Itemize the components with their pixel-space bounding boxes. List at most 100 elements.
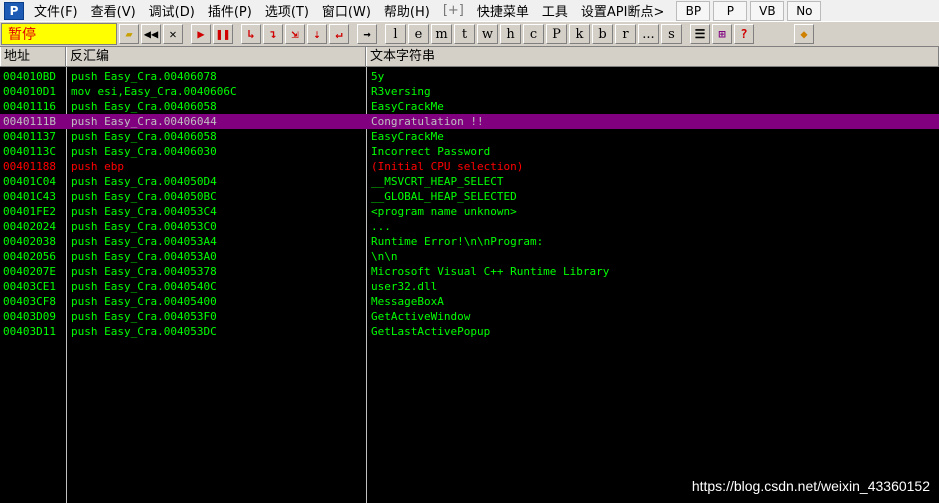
table-row[interactable]: 00402038 push Easy_Cra.004053A4 Runtime Er… [0, 234, 939, 249]
row-address: 0040207E [3, 265, 56, 278]
run-trace-button[interactable]: ... [638, 24, 659, 44]
row-address: 00401188 [3, 160, 56, 173]
table-row[interactable]: 00401137 push Easy_Cra.00406058 EasyCrackM… [0, 129, 939, 144]
windows-button[interactable]: w [477, 24, 498, 44]
table-row[interactable]: 00402056 push Easy_Cra.004053A0 \n\n [0, 249, 939, 264]
tab-no[interactable]: No [787, 0, 822, 21]
row-text-string: EasyCrackMe [371, 100, 444, 113]
call-stack-button[interactable]: k [569, 24, 590, 44]
menu-help[interactable]: 帮助(H) [380, 1, 439, 20]
row-disassembly: push Easy_Cra.00406058 [71, 130, 217, 143]
trace-into-icon[interactable]: ⇲ [285, 24, 305, 44]
table-row[interactable]: 00401188 push ebp (Initial CPU selection) [0, 159, 939, 174]
row-disassembly: push Easy_Cra.00406078 [71, 70, 217, 83]
menu-expand[interactable]: [+] [439, 3, 473, 18]
row-text-string: Runtime Error!\n\nProgram: [371, 235, 544, 248]
table-row[interactable]: 00403D09 push Easy_Cra.004053F0 GetActiveW… [0, 309, 939, 324]
references-button[interactable]: r [615, 24, 636, 44]
menu-set-api-breakpoint[interactable]: 设置API断点> [577, 1, 673, 20]
menu-view[interactable]: 查看(V) [87, 1, 145, 20]
table-row[interactable]: 00401FE2 push Easy_Cra.004053C4 <program n… [0, 204, 939, 219]
menu-window[interactable]: 窗口(W) [318, 1, 380, 20]
step-over-icon[interactable]: ↴ [263, 24, 283, 44]
row-disassembly: push Easy_Cra.004053C0 [71, 220, 217, 233]
grid-icon[interactable]: ⊞ [712, 24, 732, 44]
row-disassembly: push Easy_Cra.00405400 [71, 295, 217, 308]
table-row[interactable]: 0040111B push Easy_Cra.00406044 Congratula… [0, 114, 939, 129]
run-icon[interactable]: ▶ [191, 24, 211, 44]
row-address: 00401116 [3, 100, 56, 113]
status-indicator: 暂停 [1, 23, 117, 45]
row-text-string: __MSVCRT_HEAP_SELECT [371, 175, 504, 188]
row-disassembly: push ebp [71, 160, 124, 173]
table-row[interactable]: 00401116 push Easy_Cra.00406058 EasyCrackM… [0, 99, 939, 114]
menu-plugins[interactable]: 插件(P) [204, 1, 261, 20]
go-to-icon[interactable]: → [357, 24, 377, 44]
tab-p[interactable]: P [713, 0, 748, 21]
row-address: 0040113C [3, 145, 56, 158]
row-disassembly: push Easy_Cra.004053A0 [71, 250, 217, 263]
row-text-string: R3versing [371, 85, 431, 98]
table-row[interactable]: 0040113C push Easy_Cra.00406030 Incorrect … [0, 144, 939, 159]
tab-bp[interactable]: BP [676, 0, 711, 21]
table-row[interactable]: 00403CF8 push Easy_Cra.00405400 MessageBox… [0, 294, 939, 309]
menu-options[interactable]: 选项(T) [261, 1, 318, 20]
table-row[interactable]: 00403CE1 push Easy_Cra.0040540C user32.dll [0, 279, 939, 294]
column-disassembly[interactable]: 反汇编 [66, 47, 366, 66]
trace-over-icon[interactable]: ⇣ [307, 24, 327, 44]
row-disassembly: push Easy_Cra.00406030 [71, 145, 217, 158]
row-text-string: 5y [371, 70, 385, 83]
row-text-string: user32.dll [371, 280, 438, 293]
row-text-string: <program name unknown> [371, 205, 517, 218]
row-text-string: EasyCrackMe [371, 130, 444, 143]
tab-vb[interactable]: VB [750, 0, 785, 21]
app-icon: P [4, 1, 24, 20]
row-disassembly: push Easy_Cra.0040540C [71, 280, 217, 293]
table-row[interactable]: 0040207E push Easy_Cra.00405378 Microsoft … [0, 264, 939, 279]
open-icon[interactable]: ▰ [119, 24, 139, 44]
menu-tools[interactable]: 工具 [538, 1, 577, 20]
row-text-string: Incorrect Password [371, 145, 491, 158]
patches-button[interactable]: P [546, 24, 567, 44]
column-text-string[interactable]: 文本字符串 [366, 47, 939, 66]
step-into-icon[interactable]: ↳ [241, 24, 261, 44]
row-address: 0040111B [3, 115, 56, 128]
row-disassembly: push Easy_Cra.004050BC [71, 190, 217, 203]
plugin-icon[interactable]: ◆ [794, 24, 814, 44]
handles-button[interactable]: h [500, 24, 521, 44]
row-text-string: ... [371, 220, 391, 233]
table-row[interactable]: 004010D1 mov esi,Easy_Cra.0040606C R3versi… [0, 84, 939, 99]
row-text-string: (Initial CPU selection) [371, 160, 524, 173]
pause-icon[interactable]: ❚❚ [213, 24, 233, 44]
table-row[interactable]: 00402024 push Easy_Cra.004053C0... [0, 219, 939, 234]
column-address[interactable]: 地址 [0, 47, 66, 66]
row-text-string: MessageBoxA [371, 295, 444, 308]
menu-debug[interactable]: 调试(D) [145, 1, 204, 20]
menu-file[interactable]: 文件(F) [30, 1, 87, 20]
column-header: 地址 反汇编 文本字符串 [0, 47, 939, 67]
memory-map-button[interactable]: m [431, 24, 452, 44]
row-address: 00401C43 [3, 190, 56, 203]
threads-button[interactable]: t [454, 24, 475, 44]
row-disassembly: push Easy_Cra.00406044 [71, 115, 217, 128]
cpu-button[interactable]: c [523, 24, 544, 44]
menu-shortcuts[interactable]: 快捷菜单 [473, 1, 538, 20]
table-row[interactable]: 00403D11 push Easy_Cra.004053DC GetLastAct… [0, 324, 939, 339]
log-window-button[interactable]: l [385, 24, 406, 44]
row-address: 004010D1 [3, 85, 56, 98]
row-address: 00402056 [3, 250, 56, 263]
row-text-string: \n\n [371, 250, 398, 263]
row-address: 00401137 [3, 130, 56, 143]
table-row[interactable]: 00401C43 push Easy_Cra.004050BC __GLOBAL_H… [0, 189, 939, 204]
source-button[interactable]: s [661, 24, 682, 44]
table-row[interactable]: 00401C04 push Easy_Cra.004050D4 __MSVCRT_H… [0, 174, 939, 189]
close-icon[interactable]: ✕ [163, 24, 183, 44]
help-icon[interactable]: ? [734, 24, 754, 44]
list-icon[interactable]: ☰ [690, 24, 710, 44]
breakpoints-button[interactable]: b [592, 24, 613, 44]
row-address: 00403D11 [3, 325, 56, 338]
executable-modules-button[interactable]: e [408, 24, 429, 44]
rewind-icon[interactable]: ◀◀ [141, 24, 161, 44]
execute-till-return-icon[interactable]: ↵ [329, 24, 349, 44]
table-row[interactable]: 004010BD push Easy_Cra.00406078 5y [0, 69, 939, 84]
